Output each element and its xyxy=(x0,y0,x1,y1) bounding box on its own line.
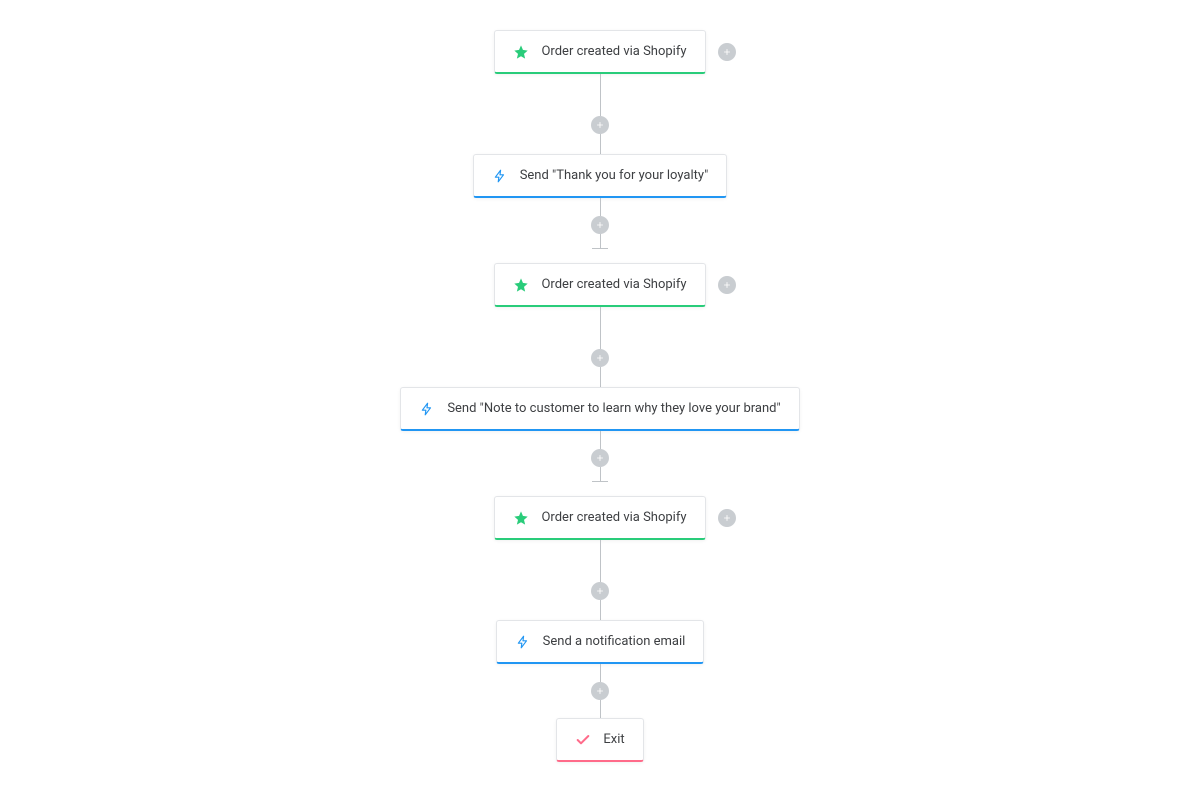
trigger-node[interactable]: Order created via Shopify xyxy=(494,30,705,74)
node-label: Send a notification email xyxy=(543,634,686,649)
star-icon xyxy=(513,44,529,60)
node-row: Exit xyxy=(556,718,643,762)
connector xyxy=(591,307,609,387)
add-step-button[interactable] xyxy=(591,216,609,234)
add-step-button[interactable] xyxy=(591,682,609,700)
add-branch-button[interactable] xyxy=(718,43,736,61)
exit-node[interactable]: Exit xyxy=(556,718,643,762)
connector-line xyxy=(600,307,601,349)
lightning-icon xyxy=(419,401,435,417)
add-step-button[interactable] xyxy=(591,116,609,134)
action-node[interactable]: Send "Note to customer to learn why they… xyxy=(400,387,799,431)
add-branch-button[interactable] xyxy=(718,509,736,527)
node-row: Send "Note to customer to learn why they… xyxy=(400,387,799,431)
connector-line xyxy=(600,198,601,216)
connector xyxy=(591,431,609,496)
node-row: Order created via Shopify xyxy=(494,263,705,307)
connector xyxy=(591,664,609,718)
connector-line xyxy=(600,540,601,582)
trigger-node[interactable]: Order created via Shopify xyxy=(494,496,705,540)
connector xyxy=(591,74,609,154)
connector-line xyxy=(600,664,601,682)
node-label: Order created via Shopify xyxy=(541,44,686,59)
star-icon xyxy=(513,277,529,293)
node-label: Send "Note to customer to learn why they… xyxy=(447,401,780,416)
end-cap xyxy=(592,481,608,482)
lightning-icon xyxy=(515,634,531,650)
action-node[interactable]: Send "Thank you for your loyalty" xyxy=(473,154,728,198)
connector-line xyxy=(600,467,601,481)
connector-line xyxy=(600,367,601,387)
connector xyxy=(591,540,609,620)
node-row: Order created via Shopify xyxy=(494,30,705,74)
add-step-button[interactable] xyxy=(591,582,609,600)
node-row: Send a notification email xyxy=(496,620,705,664)
connector-line xyxy=(600,74,601,116)
connector xyxy=(591,198,609,263)
node-label: Exit xyxy=(603,732,624,747)
connector-line xyxy=(600,431,601,449)
node-label: Send "Thank you for your loyalty" xyxy=(520,168,709,183)
node-label: Order created via Shopify xyxy=(541,277,686,292)
end-cap xyxy=(592,248,608,249)
connector-line xyxy=(600,700,601,718)
star-icon xyxy=(513,510,529,526)
connector-line xyxy=(600,134,601,154)
add-step-button[interactable] xyxy=(591,449,609,467)
node-label: Order created via Shopify xyxy=(541,510,686,525)
add-branch-button[interactable] xyxy=(718,276,736,294)
action-node[interactable]: Send a notification email xyxy=(496,620,705,664)
workflow-diagram: Order created via Shopify Send "Thank yo… xyxy=(400,30,799,762)
checkmark-icon xyxy=(575,732,591,748)
connector-line xyxy=(600,600,601,620)
add-step-button[interactable] xyxy=(591,349,609,367)
trigger-node[interactable]: Order created via Shopify xyxy=(494,263,705,307)
node-row: Send "Thank you for your loyalty" xyxy=(473,154,728,198)
lightning-icon xyxy=(492,168,508,184)
connector-line xyxy=(600,234,601,248)
node-row: Order created via Shopify xyxy=(494,496,705,540)
